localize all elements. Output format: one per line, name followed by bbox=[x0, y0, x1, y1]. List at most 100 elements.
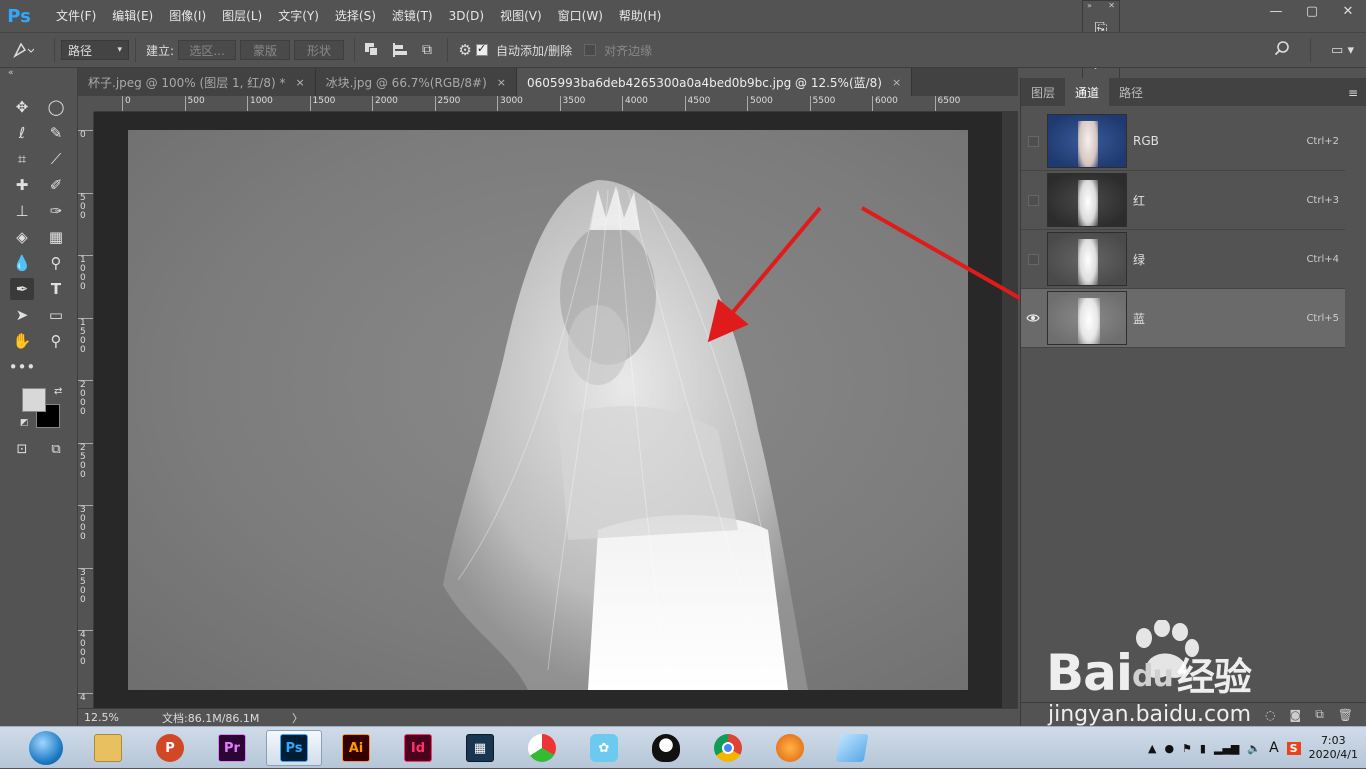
toolbar-collapse-icon[interactable]: « bbox=[8, 68, 14, 78]
vertical-ruler[interactable]: 0 5 0 0 1 0 0 0 1 5 0 0 2 0 0 0 2 5 0 0 3 0 0 … bbox=[78, 112, 94, 708]
vertical-scrollbar[interactable] bbox=[1002, 112, 1018, 708]
tab-layers[interactable]: 图层 bbox=[1021, 78, 1065, 106]
visibility-toggle[interactable] bbox=[1027, 194, 1039, 206]
more-tools-icon[interactable]: ••• bbox=[9, 356, 36, 378]
battery-icon[interactable]: ▮ bbox=[1200, 742, 1206, 755]
eraser-tool-icon[interactable]: ◈ bbox=[10, 226, 34, 248]
channel-row-blue[interactable]: 蓝 Ctrl+5 bbox=[1021, 289, 1345, 348]
path-operations-icon[interactable] bbox=[361, 40, 385, 60]
input-method-icon[interactable]: A bbox=[1269, 740, 1279, 756]
eye-icon[interactable] bbox=[1021, 289, 1045, 348]
channel-row-rgb[interactable]: RGB Ctrl+2 bbox=[1021, 112, 1345, 171]
panel-menu-icon[interactable]: ≡ bbox=[1348, 86, 1358, 100]
channel-row-red[interactable]: 红 Ctrl+3 bbox=[1021, 171, 1345, 230]
close-icon[interactable]: × bbox=[892, 76, 901, 89]
taskbar-illustrator[interactable]: Ai bbox=[328, 730, 384, 766]
make-mask-button[interactable]: 蒙版 bbox=[240, 40, 291, 60]
search-icon[interactable] bbox=[1274, 40, 1290, 60]
default-colors-icon[interactable]: ◩ bbox=[20, 418, 29, 428]
tab-channels[interactable]: 通道 bbox=[1065, 78, 1110, 106]
auto-add-delete-checkbox[interactable] bbox=[476, 42, 489, 56]
menu-select[interactable]: 选择(S) bbox=[327, 0, 384, 32]
healing-brush-tool-icon[interactable]: ✚ bbox=[10, 174, 34, 196]
workspace-icon[interactable]: ▭ ▾ bbox=[1331, 43, 1354, 58]
blur-tool-icon[interactable]: 💧 bbox=[10, 252, 34, 274]
menu-window[interactable]: 窗口(W) bbox=[550, 0, 611, 32]
mask-icon[interactable]: ◙ bbox=[1290, 708, 1302, 722]
visibility-toggle[interactable] bbox=[1027, 253, 1039, 265]
dodge-tool-icon[interactable]: ⚲ bbox=[44, 252, 68, 274]
pen-tool-preset-icon[interactable] bbox=[12, 41, 48, 59]
taskbar-file-explorer[interactable] bbox=[80, 730, 136, 766]
dotted-circle-icon[interactable]: ◌ bbox=[1265, 708, 1275, 722]
taskbar-bird-app[interactable]: ✿ bbox=[576, 730, 632, 766]
gear-icon[interactable]: ⚙ bbox=[454, 41, 476, 59]
pen-tool-icon[interactable]: ✒ bbox=[10, 278, 34, 300]
zoom-tool-icon[interactable]: ⚲ bbox=[44, 330, 68, 352]
flag-icon[interactable]: ⚑ bbox=[1182, 742, 1192, 755]
menu-type[interactable]: 文字(Y) bbox=[270, 0, 327, 32]
qq-tray-icon[interactable]: ● bbox=[1164, 742, 1174, 755]
screen-mode-icon[interactable]: ⧉ bbox=[44, 438, 68, 460]
history-brush-tool-icon[interactable]: ✑ bbox=[44, 200, 68, 222]
network-icon[interactable]: ▂▄▆ bbox=[1214, 742, 1239, 755]
path-select-tool-icon[interactable]: ➤ bbox=[10, 304, 34, 326]
ruler-origin[interactable] bbox=[78, 96, 94, 112]
hand-tool-icon[interactable]: ✋ bbox=[10, 330, 34, 352]
channel-row-green[interactable]: 绿 Ctrl+4 bbox=[1021, 230, 1345, 289]
sogou-icon[interactable]: S bbox=[1286, 741, 1301, 755]
crop-tool-icon[interactable]: ⌗ bbox=[10, 148, 34, 170]
marquee-tool-icon[interactable]: ◯ bbox=[44, 96, 68, 118]
taskbar-powerpoint[interactable]: P bbox=[142, 730, 198, 766]
rectangle-tool-icon[interactable]: ▭ bbox=[44, 304, 68, 326]
menu-image[interactable]: 图像(I) bbox=[161, 0, 214, 32]
menu-view[interactable]: 视图(V) bbox=[492, 0, 550, 32]
tab-cup-document[interactable]: 杯子.jpeg @ 100% (图层 1, 红/8) * × bbox=[78, 68, 316, 96]
make-shape-button[interactable]: 形状 bbox=[294, 40, 345, 60]
menu-filter[interactable]: 滤镜(T) bbox=[384, 0, 441, 32]
taskbar-chrome[interactable] bbox=[700, 730, 756, 766]
menu-help[interactable]: 帮助(H) bbox=[611, 0, 669, 32]
close-button[interactable]: ✕ bbox=[1330, 0, 1366, 22]
taskbar-premiere[interactable]: Pr bbox=[204, 730, 260, 766]
photoshop-logo[interactable]: Ps bbox=[4, 3, 34, 29]
visibility-toggle[interactable] bbox=[1027, 135, 1039, 147]
taskbar-photoshop[interactable]: Ps bbox=[266, 730, 322, 766]
eyedropper-tool-icon[interactable]: ⟋ bbox=[44, 148, 68, 170]
canvas-area[interactable] bbox=[94, 112, 1018, 708]
gradient-tool-icon[interactable]: ▦ bbox=[44, 226, 68, 248]
menu-file[interactable]: 文件(F) bbox=[48, 0, 104, 32]
foreground-color-swatch[interactable] bbox=[22, 388, 46, 412]
lasso-tool-icon[interactable]: ℓ bbox=[10, 122, 34, 144]
mode-select[interactable]: 路径 ▾ bbox=[61, 40, 129, 60]
taskbar-qq[interactable] bbox=[638, 730, 694, 766]
bride-photo-blue-channel[interactable] bbox=[128, 130, 968, 690]
taskbar-fox-app[interactable] bbox=[762, 730, 818, 766]
tab-paths[interactable]: 路径 bbox=[1109, 78, 1153, 106]
tab-bride-document[interactable]: 0605993ba6deb4265300a0a4bed0b9bc.jpg @ 1… bbox=[517, 68, 913, 96]
taskbar-notepad-app[interactable] bbox=[824, 730, 880, 766]
minimize-button[interactable]: — bbox=[1258, 0, 1294, 22]
trash-icon[interactable]: 🗑 bbox=[1338, 708, 1353, 722]
menu-layer[interactable]: 图层(L) bbox=[214, 0, 270, 32]
status-menu-arrow[interactable]: 〉 bbox=[292, 710, 303, 726]
clock[interactable]: 7:03 2020/4/1 bbox=[1309, 734, 1358, 762]
zoom-level[interactable]: 12.5% bbox=[78, 711, 148, 724]
align-edges-checkbox[interactable] bbox=[584, 44, 597, 56]
menu-3d[interactable]: 3D(D) bbox=[441, 0, 492, 32]
horizontal-ruler[interactable]: 0 500 1000 1500 2000 2500 3000 3500 4000 4500 5000… bbox=[94, 96, 1018, 112]
taskbar-video-editor[interactable]: ▦ bbox=[452, 730, 508, 766]
taskbar-colorful-app[interactable] bbox=[514, 730, 570, 766]
brush-tool-icon[interactable]: ✐ bbox=[44, 174, 68, 196]
path-alignment-icon[interactable] bbox=[385, 40, 413, 60]
close-icon[interactable]: × bbox=[497, 76, 506, 89]
new-channel-icon[interactable]: ⧉ bbox=[1315, 707, 1324, 722]
maximize-button[interactable]: ▢ bbox=[1294, 0, 1330, 22]
tab-ice-document[interactable]: 冰块.jpg @ 66.7%(RGB/8#) × bbox=[315, 68, 517, 96]
type-tool-icon[interactable]: T bbox=[44, 278, 68, 300]
collapse-icon[interactable]: » bbox=[1087, 1, 1092, 13]
close-icon[interactable]: × bbox=[295, 76, 304, 89]
taskbar-indesign[interactable]: Id bbox=[390, 730, 446, 766]
move-tool-icon[interactable]: ✥ bbox=[10, 96, 34, 118]
quick-mask-icon[interactable]: ⊡ bbox=[10, 438, 34, 460]
